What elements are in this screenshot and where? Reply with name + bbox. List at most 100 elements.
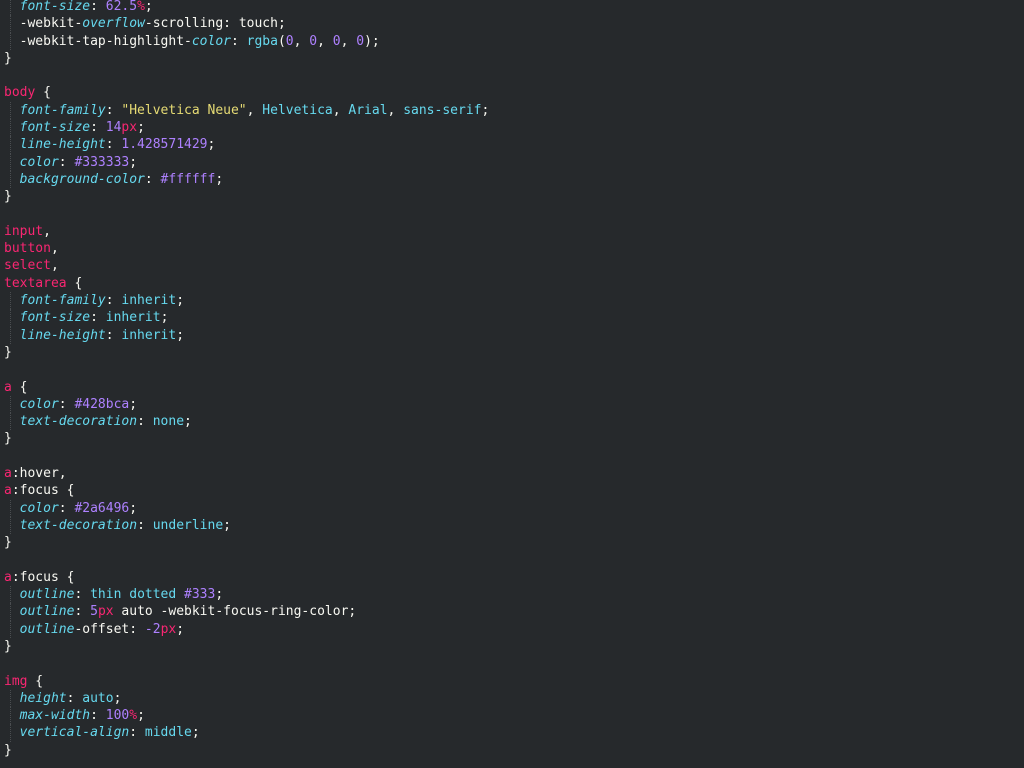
code-line[interactable]: font-size: 62.5%; bbox=[4, 0, 489, 16]
code-line[interactable]: font-family: "Helvetica Neue", Helvetica… bbox=[4, 101, 489, 120]
code-token: background-color bbox=[19, 171, 145, 187]
code-token: : bbox=[144, 171, 161, 187]
code-token: } bbox=[4, 344, 12, 360]
code-line[interactable]: -webkit-overflow-scrolling: touch; bbox=[4, 15, 489, 33]
code-token: 0 bbox=[285, 33, 294, 49]
code-line[interactable]: } bbox=[4, 344, 489, 361]
code-line[interactable]: button, bbox=[4, 240, 489, 257]
code-line[interactable]: } bbox=[4, 742, 489, 759]
code-line[interactable]: } bbox=[4, 188, 489, 205]
code-line[interactable]: outline: thin dotted #333; bbox=[4, 586, 489, 604]
code-token: color bbox=[19, 154, 59, 170]
code-area[interactable]: font-size: 62.5%; -webkit-overflow-scrol… bbox=[4, 0, 489, 759]
code-token: #ffffff bbox=[160, 171, 216, 187]
code-token: 1.428571429 bbox=[121, 137, 208, 153]
code-token: , bbox=[317, 33, 333, 49]
indent-guide bbox=[10, 136, 11, 154]
code-line[interactable]: color: #428bca; bbox=[4, 395, 489, 414]
code-line[interactable] bbox=[4, 655, 489, 672]
code-line[interactable]: vertical-align: middle; bbox=[4, 724, 489, 742]
code-token: 0 bbox=[332, 33, 341, 49]
code-token: font-size bbox=[19, 310, 91, 326]
code-token: rgba bbox=[246, 33, 278, 49]
code-line[interactable]: a:focus { bbox=[4, 482, 489, 499]
code-line[interactable]: a:hover, bbox=[4, 465, 489, 482]
indent-guide bbox=[10, 292, 11, 310]
code-line[interactable]: select, bbox=[4, 257, 489, 274]
code-token: 14 bbox=[105, 120, 122, 136]
code-token: #333333 bbox=[74, 154, 130, 170]
code-line[interactable] bbox=[4, 552, 489, 569]
code-line[interactable]: color: #333333; bbox=[4, 153, 489, 171]
code-line[interactable]: } bbox=[4, 638, 489, 655]
code-line[interactable]: } bbox=[4, 430, 489, 447]
code-token: text-decoration bbox=[19, 414, 138, 430]
code-line[interactable]: background-color: #ffffff; bbox=[4, 170, 489, 189]
code-token: line-height bbox=[19, 327, 106, 343]
code-line[interactable]: } bbox=[4, 534, 489, 551]
code-token: height bbox=[19, 690, 67, 706]
code-token: ; bbox=[184, 414, 192, 430]
code-editor[interactable]: font-size: 62.5%; -webkit-overflow-scrol… bbox=[0, 0, 1024, 768]
code-line[interactable] bbox=[4, 67, 489, 84]
code-line[interactable]: -webkit-tap-highlight-color: rgba(0, 0, … bbox=[4, 32, 489, 50]
code-line[interactable]: a:focus { bbox=[4, 569, 489, 586]
code-token: : bbox=[74, 587, 91, 603]
code-token: ; bbox=[129, 396, 138, 412]
code-token: ; bbox=[137, 120, 145, 136]
code-token: px bbox=[160, 621, 177, 637]
code-line[interactable]: line-height: inherit; bbox=[4, 326, 489, 344]
code-token: #333 bbox=[184, 587, 216, 603]
code-token: ; bbox=[176, 327, 185, 343]
code-token: , bbox=[50, 241, 59, 257]
code-line[interactable]: input, bbox=[4, 223, 489, 240]
code-line[interactable]: a { bbox=[4, 379, 489, 396]
code-line[interactable]: textarea { bbox=[4, 275, 489, 292]
code-token: ; bbox=[113, 690, 122, 706]
code-line[interactable]: font-size: inherit; bbox=[4, 309, 489, 327]
code-line[interactable]: font-family: inherit; bbox=[4, 292, 489, 310]
code-token: 100 bbox=[105, 708, 130, 724]
code-token: : bbox=[58, 154, 75, 170]
code-token: { bbox=[11, 379, 28, 395]
code-token: -webkit-tap-highlight- bbox=[19, 33, 192, 49]
code-token: thin dotted bbox=[90, 587, 185, 603]
code-token: 5 bbox=[90, 604, 98, 620]
code-line[interactable]: outline-offset: -2px; bbox=[4, 620, 489, 638]
code-token: auto -webkit-focus-ring-color; bbox=[113, 604, 357, 620]
code-line[interactable] bbox=[4, 206, 489, 223]
code-line[interactable]: } bbox=[4, 50, 489, 67]
code-line[interactable] bbox=[4, 448, 489, 465]
code-token: color bbox=[19, 500, 59, 516]
code-token: color bbox=[19, 396, 59, 412]
code-line[interactable]: font-size: 14px; bbox=[4, 119, 489, 137]
code-line[interactable]: img { bbox=[4, 673, 489, 690]
code-token: inherit bbox=[121, 293, 177, 309]
code-line[interactable]: line-height: 1.428571429; bbox=[4, 136, 489, 154]
code-token: ; bbox=[207, 137, 216, 153]
code-line[interactable]: text-decoration: underline; bbox=[4, 516, 489, 535]
code-line[interactable]: outline: 5px auto -webkit-focus-ring-col… bbox=[4, 603, 489, 621]
code-token: : bbox=[90, 120, 106, 136]
code-line[interactable]: body { bbox=[4, 84, 489, 101]
code-token: % bbox=[129, 708, 138, 724]
indent-guide bbox=[10, 724, 11, 742]
code-line[interactable] bbox=[4, 361, 489, 378]
code-line[interactable]: text-decoration: none; bbox=[4, 413, 489, 431]
code-token: : bbox=[66, 690, 83, 706]
code-line[interactable]: height: auto; bbox=[4, 689, 489, 708]
code-token: inherit bbox=[121, 327, 177, 343]
code-line[interactable]: color: #2a6496; bbox=[4, 499, 489, 517]
code-token: text-decoration bbox=[19, 517, 138, 533]
code-line[interactable]: max-width: 100%; bbox=[4, 707, 489, 725]
code-token: px bbox=[121, 120, 138, 136]
